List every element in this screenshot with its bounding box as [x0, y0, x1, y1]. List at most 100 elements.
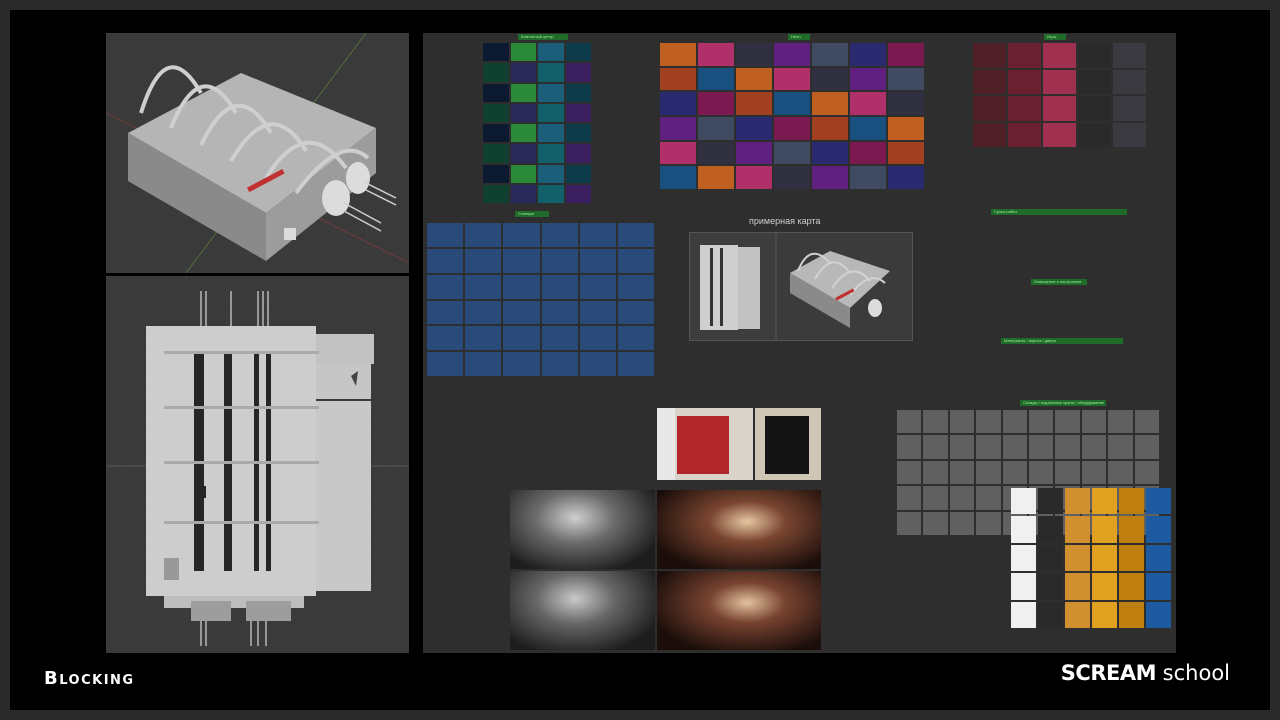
- thumbnail-image: [897, 511, 922, 535]
- map-thumbnails: [690, 233, 890, 340]
- thumbnail-image: [812, 141, 848, 165]
- thumbnail-image: [617, 326, 654, 351]
- thumbnail-image: [1113, 122, 1146, 147]
- thumbnail-image: [565, 124, 591, 143]
- thumbnail-image: [949, 410, 975, 434]
- thumbnail-image: [1146, 544, 1171, 572]
- thumbnail-image: [1043, 96, 1076, 121]
- thumbnail-image: [465, 300, 502, 325]
- thumbnail-image: [1134, 435, 1159, 459]
- thumbnail-image: [897, 435, 922, 459]
- thumbnail-image: [538, 124, 564, 143]
- tag-label: Освещение и настроение: [1031, 279, 1087, 285]
- thumbnail-image: [812, 166, 848, 189]
- thumbnail-image: [888, 92, 924, 115]
- thumbnail-image: [1038, 601, 1063, 628]
- thumbnail-image: [923, 435, 948, 459]
- map-preview[interactable]: [689, 232, 913, 341]
- thumbnail-image: [698, 166, 734, 189]
- thumbnail-image: [1055, 410, 1080, 434]
- thumbnail-image: [888, 43, 924, 66]
- brand-light: school: [1162, 661, 1230, 685]
- thumbnail-image: [1028, 460, 1054, 485]
- thumbnail-image: [698, 116, 734, 140]
- thumbnail-image: [541, 352, 578, 376]
- thumbnail-image: [427, 352, 464, 376]
- thumbnail-image: [923, 486, 948, 510]
- thumbnail-image: [1146, 516, 1171, 543]
- thumbnail-image: [617, 352, 654, 376]
- lighting-photo-grey-1: [510, 490, 655, 569]
- tag-label: Неон: [788, 34, 810, 40]
- thumbnail-image: [897, 410, 922, 434]
- image-grid-neon: [660, 43, 924, 189]
- thumbnail-image: [565, 83, 591, 102]
- door-images: [657, 408, 821, 480]
- thumbnail-image: [1078, 96, 1111, 121]
- door-photo-black: [755, 408, 821, 480]
- thumbnail-image: [949, 435, 975, 459]
- thumbnail-image: [660, 116, 696, 140]
- thumbnail-image: [1113, 96, 1146, 121]
- thumbnail-image: [736, 67, 772, 91]
- thumbnail-image: [850, 141, 886, 165]
- thumbnail-image: [1081, 460, 1107, 485]
- thumbnail-image: [503, 326, 540, 351]
- thumbnail-image: [1078, 69, 1111, 94]
- thumbnail-image: [1092, 601, 1117, 628]
- thumbnail-image: [660, 43, 696, 66]
- thumbnail-image: [483, 63, 509, 82]
- thumbnail-image: [510, 83, 536, 102]
- thumbnail-image: [510, 43, 536, 62]
- top-viewport[interactable]: [106, 276, 409, 653]
- thumbnail-image: [1028, 410, 1054, 434]
- thumbnail-image: [483, 184, 509, 203]
- perspective-viewport[interactable]: [106, 33, 409, 273]
- thumbnail-image: [736, 166, 772, 189]
- thumbnail-image: [1065, 601, 1090, 628]
- slide-title: Blocking: [44, 668, 135, 689]
- image-grid-neon-rooms: [483, 43, 591, 203]
- thumbnail-image: [1119, 544, 1144, 572]
- thumbnail-image: [774, 92, 810, 115]
- thumbnail-image: [579, 223, 616, 247]
- thumbnail-image: [1092, 573, 1117, 600]
- thumbnail-image: [1043, 43, 1076, 68]
- image-grid-stations: [427, 223, 654, 376]
- thumbnail-image: [660, 166, 696, 189]
- thumbnail-image: [617, 248, 654, 273]
- thumbnail-image: [483, 83, 509, 102]
- thumbnail-image: [1043, 69, 1076, 94]
- thumbnail-image: [923, 410, 948, 434]
- thumbnail-image: [579, 352, 616, 376]
- tag-label: Склады / подъёмные краны / оборудование: [1020, 400, 1106, 406]
- thumbnail-image: [1011, 516, 1036, 543]
- thumbnail-image: [1008, 43, 1041, 68]
- thumbnail-image: [1002, 460, 1027, 485]
- thumbnail-image: [976, 435, 1001, 459]
- thumbnail-image: [1002, 435, 1027, 459]
- thumbnail-image: [503, 223, 540, 247]
- thumbnail-image: [774, 166, 810, 189]
- thumbnail-image: [565, 43, 591, 62]
- thumbnail-image: [1038, 488, 1063, 515]
- thumbnail-image: [503, 300, 540, 325]
- image-grid-games: [973, 43, 1146, 147]
- brand-bold: SCREAM: [1060, 661, 1157, 685]
- thumbnail-image: [503, 352, 540, 376]
- thumbnail-image: [1108, 435, 1133, 459]
- thumbnail-image: [427, 274, 464, 299]
- thumbnail-image: [579, 248, 616, 273]
- moodboard-canvas[interactable]: Комнатный центр Неон Игры Станции пример…: [423, 33, 1176, 653]
- thumbnail-image: [976, 410, 1001, 434]
- thumbnail-image: [538, 144, 564, 163]
- thumbnail-image: [774, 141, 810, 165]
- thumbnail-image: [541, 326, 578, 351]
- thumbnail-image: [427, 248, 464, 273]
- thumbnail-image: [541, 300, 578, 325]
- thumbnail-image: [1146, 573, 1171, 600]
- thumbnail-image: [483, 103, 509, 122]
- thumbnail-image: [483, 124, 509, 143]
- thumbnail-image: [888, 166, 924, 189]
- thumbnail-image: [510, 144, 536, 163]
